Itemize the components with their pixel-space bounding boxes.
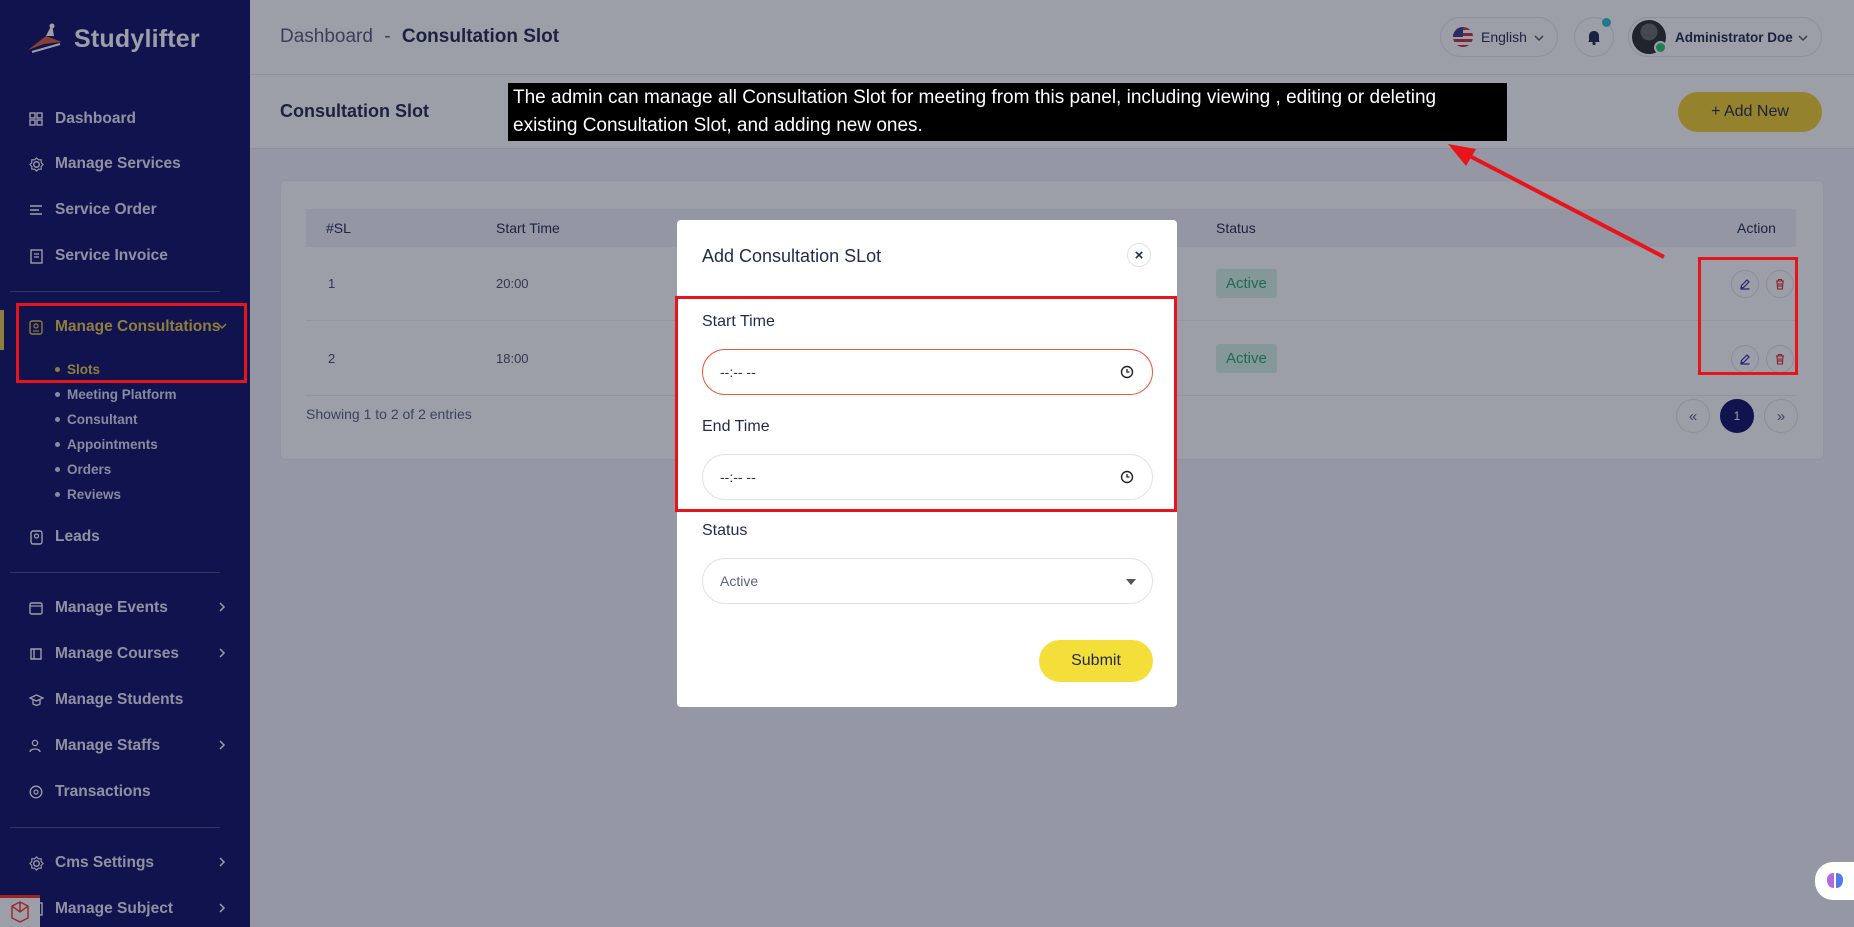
- modal-title: Add Consultation SLot: [702, 246, 882, 266]
- status-select-value: Active: [720, 573, 759, 589]
- close-button[interactable]: ×: [1127, 243, 1151, 267]
- status-label: Status: [702, 522, 748, 539]
- highlight-box-time-fields: [675, 296, 1177, 512]
- annotation-tooltip: The admin can manage all Consultation Sl…: [508, 83, 1507, 141]
- submit-button[interactable]: Submit: [1039, 640, 1153, 682]
- status-select[interactable]: Active: [702, 558, 1153, 604]
- highlight-box-consultations: [16, 303, 247, 383]
- brain-icon: [1827, 873, 1843, 888]
- highlight-box-actions: [1698, 257, 1798, 375]
- caret-down-icon: [1126, 579, 1136, 585]
- assistant-fab[interactable]: [1815, 862, 1854, 900]
